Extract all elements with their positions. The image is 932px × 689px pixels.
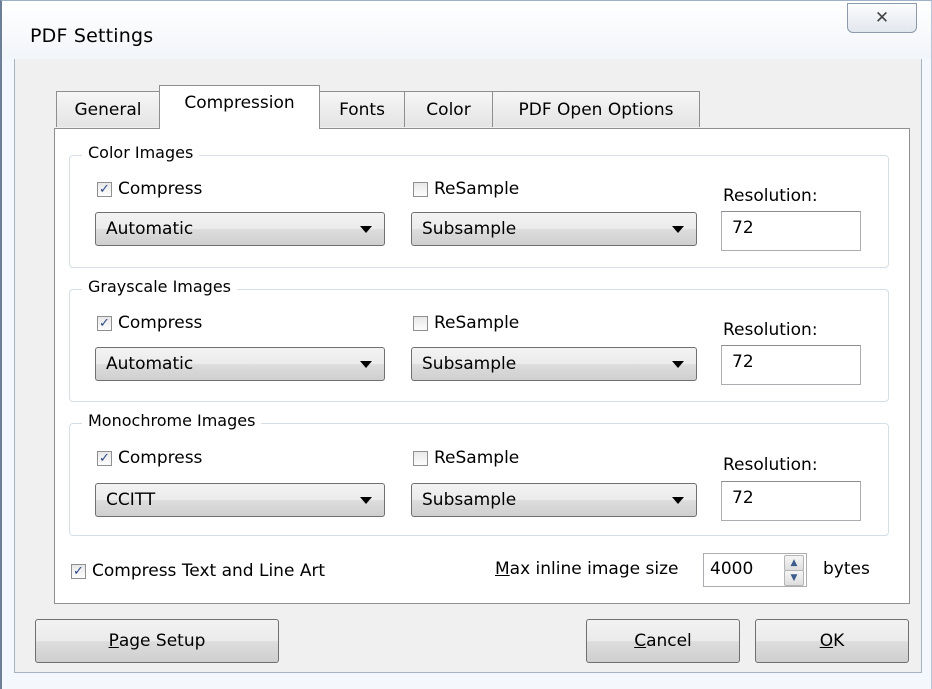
page-setup-button[interactable]: Page Setup bbox=[35, 619, 279, 663]
compress-text-line-art-checkbox[interactable]: ✓ Compress Text and Line Art bbox=[71, 561, 325, 581]
select-value: Subsample bbox=[422, 490, 517, 510]
tab-compression-label: Compression bbox=[184, 93, 295, 113]
chevron-down-icon bbox=[672, 497, 684, 504]
tab-general[interactable]: General bbox=[56, 91, 160, 127]
cancel-button[interactable]: Cancel bbox=[586, 619, 740, 663]
title-bar: PDF Settings ✕ bbox=[2, 1, 931, 59]
select-value: Subsample bbox=[422, 354, 517, 374]
tab-pdf-open-options-label: PDF Open Options bbox=[518, 99, 674, 120]
spin-up-button[interactable]: ▲ bbox=[784, 555, 804, 571]
select-value: Automatic bbox=[106, 219, 194, 239]
resolution-label: Resolution: bbox=[723, 455, 818, 475]
mnemonic: O bbox=[819, 631, 834, 651]
checkbox-label: Compress bbox=[118, 313, 203, 333]
checkbox-label: ReSample bbox=[434, 313, 520, 333]
monochrome-resolution-input[interactable]: 72 bbox=[721, 481, 861, 521]
spinbox-value: 4000 bbox=[710, 559, 754, 579]
button-label: ancel bbox=[646, 631, 692, 651]
close-icon: ✕ bbox=[874, 8, 890, 28]
button-label: K bbox=[833, 631, 845, 651]
checkbox-box bbox=[413, 181, 428, 197]
checkbox-label: ReSample bbox=[434, 448, 520, 468]
chevron-down-icon bbox=[672, 361, 684, 368]
close-button[interactable]: ✕ bbox=[847, 3, 917, 33]
color-resample-method-select[interactable]: Subsample bbox=[411, 212, 697, 246]
checkbox-box: ✓ bbox=[71, 563, 86, 579]
monochrome-compress-checkbox[interactable]: ✓ Compress bbox=[97, 448, 202, 468]
mnemonic: C bbox=[634, 631, 647, 651]
resolution-label: Resolution: bbox=[723, 320, 818, 340]
resolution-label: Resolution: bbox=[723, 186, 818, 206]
checkbox-box: ✓ bbox=[97, 181, 112, 197]
tab-color[interactable]: Color bbox=[404, 91, 493, 127]
mnemonic: M bbox=[495, 559, 510, 579]
button-label: age Setup bbox=[118, 631, 206, 651]
monochrome-resample-checkbox[interactable]: ReSample bbox=[413, 448, 519, 468]
monochrome-compression-method-select[interactable]: CCITT bbox=[95, 483, 385, 517]
chevron-down-icon bbox=[360, 361, 372, 368]
chevron-down-icon bbox=[360, 497, 372, 504]
mnemonic: P bbox=[108, 631, 119, 651]
color-resample-checkbox[interactable]: ReSample bbox=[413, 179, 519, 199]
checkbox-label: Compress Text and Line Art bbox=[92, 561, 326, 581]
max-inline-image-size-label: Max inline image size bbox=[495, 559, 678, 579]
tab-color-label: Color bbox=[426, 99, 471, 120]
monochrome-resample-method-select[interactable]: Subsample bbox=[411, 483, 697, 517]
checkbox-box bbox=[413, 450, 428, 466]
group-legend: Color Images bbox=[82, 143, 200, 162]
max-inline-image-size-spinbox[interactable]: 4000 ▲ ▼ bbox=[703, 553, 807, 587]
select-value: Subsample bbox=[422, 219, 517, 239]
window-title: PDF Settings bbox=[30, 25, 154, 47]
checkbox-label: ReSample bbox=[434, 179, 520, 199]
checkbox-box: ✓ bbox=[97, 450, 112, 466]
checkbox-label: Compress bbox=[118, 179, 203, 199]
chevron-down-icon bbox=[672, 226, 684, 233]
checkbox-label: Compress bbox=[118, 448, 203, 468]
select-value: Automatic bbox=[106, 354, 194, 374]
checkbox-box: ✓ bbox=[97, 315, 112, 331]
bytes-unit-label: bytes bbox=[823, 559, 870, 579]
grayscale-resolution-input[interactable]: 72 bbox=[721, 345, 861, 385]
pdf-settings-dialog: PDF Settings ✕ General Compression Fonts… bbox=[0, 0, 932, 689]
color-resolution-input[interactable]: 72 bbox=[721, 211, 861, 251]
grayscale-resample-checkbox[interactable]: ReSample bbox=[413, 313, 519, 333]
tab-compression[interactable]: Compression bbox=[159, 85, 320, 129]
color-compression-method-select[interactable]: Automatic bbox=[95, 212, 385, 246]
grayscale-compress-checkbox[interactable]: ✓ Compress bbox=[97, 313, 202, 333]
group-legend: Monochrome Images bbox=[82, 411, 262, 430]
tab-fonts-label: Fonts bbox=[339, 99, 385, 120]
checkbox-box bbox=[413, 315, 428, 331]
tab-pdf-open-options[interactable]: PDF Open Options bbox=[492, 91, 700, 127]
select-value: CCITT bbox=[106, 490, 156, 510]
compression-tab-panel: Color Images ✓ Compress ReSample Resolut… bbox=[54, 128, 910, 604]
group-legend: Grayscale Images bbox=[82, 277, 238, 296]
grayscale-resample-method-select[interactable]: Subsample bbox=[411, 347, 697, 381]
chevron-down-icon bbox=[360, 226, 372, 233]
ok-button[interactable]: OK bbox=[755, 619, 909, 663]
label-text: ax inline image size bbox=[509, 559, 679, 579]
spin-down-button[interactable]: ▼ bbox=[784, 570, 804, 586]
grayscale-compression-method-select[interactable]: Automatic bbox=[95, 347, 385, 381]
tab-general-label: General bbox=[74, 99, 142, 120]
color-compress-checkbox[interactable]: ✓ Compress bbox=[97, 179, 202, 199]
tab-fonts[interactable]: Fonts bbox=[319, 91, 405, 127]
